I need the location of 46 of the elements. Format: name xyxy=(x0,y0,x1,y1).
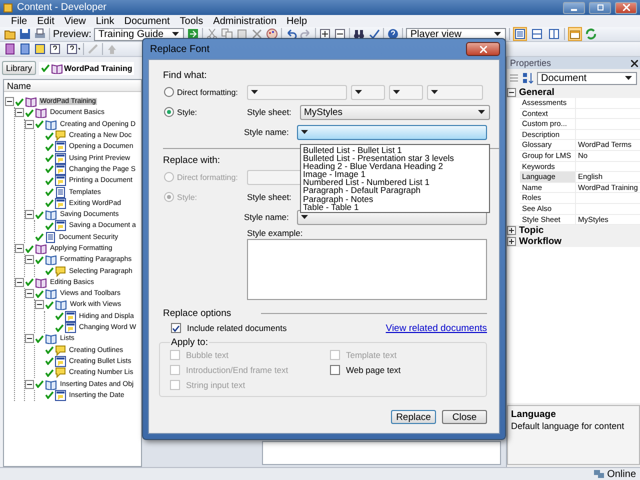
dropdown-option[interactable]: Numbered List - Numbered List 1 xyxy=(303,178,487,186)
dropdown-option[interactable]: Bulleted List - Presentation star 3 levels xyxy=(303,154,487,162)
field-label: Style example: xyxy=(247,228,303,238)
style-sheet-dropdown[interactable]: MyStyles xyxy=(300,104,490,120)
menu-item[interactable]: Edit xyxy=(32,16,60,26)
preview-dropdown[interactable]: Training Guide xyxy=(94,28,184,40)
checkbox-label[interactable]: Web page text xyxy=(346,365,401,375)
menu-item[interactable]: Help xyxy=(282,16,312,26)
section-heading: Find what: xyxy=(163,70,207,80)
document-tab[interactable]: WordPad Training xyxy=(38,62,134,74)
dialog-button[interactable]: Close xyxy=(442,410,487,424)
checkbox-label[interactable]: Include related documents xyxy=(187,323,287,333)
object-dropdown[interactable]: Document xyxy=(537,72,637,84)
status-text: Online xyxy=(607,468,636,480)
dropdown-option[interactable]: Paragraph - Notes xyxy=(303,194,487,203)
group-label: Apply to: xyxy=(170,337,209,348)
menu-item[interactable]: Tools xyxy=(174,16,208,26)
menu-item[interactable]: Administration xyxy=(208,16,282,26)
dropdown-option[interactable]: Table - Table 1 xyxy=(303,202,487,211)
field-label: Style sheet: xyxy=(247,107,292,117)
radio-label[interactable]: Style: xyxy=(177,108,198,116)
dropdown-option[interactable]: Paragraph - Default Paragraph xyxy=(303,186,487,195)
radio-label[interactable]: Direct formatting: xyxy=(177,88,238,96)
dropdown-option[interactable]: Heading 2 - Blue Verdana Heading 2 xyxy=(303,162,487,170)
section-heading: Replace options xyxy=(163,308,232,319)
menu-item[interactable]: File xyxy=(6,16,32,26)
preview-label: Preview: xyxy=(53,28,92,40)
dialog-title: Replace Font xyxy=(150,44,210,54)
section-heading: Replace with: xyxy=(163,154,220,166)
window-title: Content - Developer xyxy=(17,2,108,13)
description-text: Default language for content xyxy=(511,421,626,431)
field-label: Style name: xyxy=(244,127,290,137)
panel-title: Properties xyxy=(510,58,552,68)
dropdown-option[interactable]: Bulleted List - Bullet List 1 xyxy=(303,146,487,154)
menu-item[interactable]: View xyxy=(59,16,91,26)
category-header[interactable]: Topic xyxy=(519,225,544,236)
view-related-link[interactable]: View related documents xyxy=(386,322,487,334)
column-header[interactable]: Name xyxy=(4,80,141,92)
dialog-button[interactable]: Replace xyxy=(391,410,436,424)
library-tab[interactable]: Library xyxy=(2,61,36,75)
menu-item[interactable]: Document xyxy=(119,16,175,26)
field-label: Style sheet: xyxy=(247,192,292,202)
field-label: Style name: xyxy=(244,212,290,222)
description-title: Language xyxy=(511,409,557,420)
menu-item[interactable]: Link xyxy=(90,16,120,26)
dropdown-option[interactable]: Image - Image 1 xyxy=(303,170,487,178)
